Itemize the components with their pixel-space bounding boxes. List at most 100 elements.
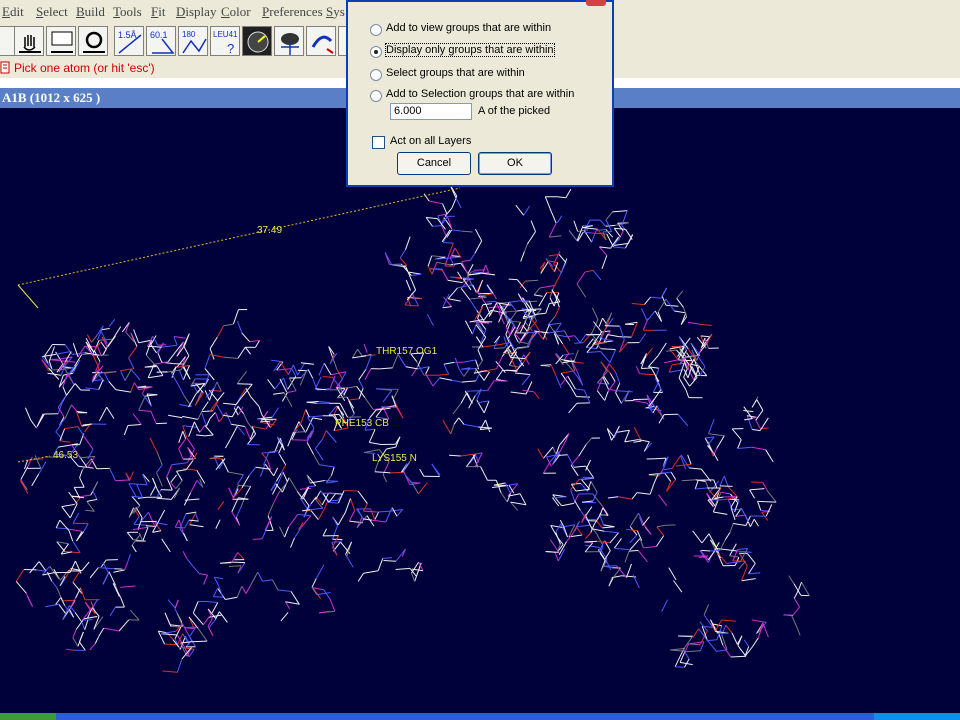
angle-tool-button[interactable]: 60.1	[146, 26, 176, 56]
bond-line	[751, 399, 758, 408]
bond-line	[666, 349, 677, 352]
bond-line	[701, 549, 711, 552]
bond-line	[626, 563, 632, 578]
bond-line	[368, 429, 376, 443]
radio-selected-dot	[374, 50, 378, 54]
close-icon[interactable]	[586, 0, 606, 6]
rotate-tool-button[interactable]	[78, 26, 108, 56]
bond-line	[115, 389, 131, 393]
cancel-button[interactable]: Cancel	[397, 152, 471, 175]
bond-line	[707, 639, 717, 642]
bond-line	[215, 519, 221, 529]
hand-tool-button[interactable]	[14, 26, 44, 56]
bond-line	[744, 418, 753, 421]
bond-line	[280, 612, 289, 622]
bond-line	[362, 503, 368, 512]
bond-line	[358, 369, 367, 381]
bond-line	[644, 525, 652, 535]
menu-preferences[interactable]: Preferences	[262, 4, 323, 20]
start-button[interactable]	[0, 713, 56, 720]
move-tool-button[interactable]	[306, 26, 336, 56]
menu-select[interactable]: Select	[36, 4, 68, 20]
bond-line	[31, 473, 40, 487]
bond-line	[276, 368, 292, 371]
monitor-tool-button[interactable]	[46, 26, 76, 56]
bond-line	[86, 501, 95, 512]
bond-line	[573, 220, 579, 232]
bond-line	[508, 278, 518, 281]
bond-line	[442, 294, 450, 309]
bond-line	[692, 530, 703, 544]
bond-line	[249, 339, 260, 343]
bond-line	[209, 411, 216, 419]
bond-line	[310, 510, 319, 520]
bond-line	[156, 452, 163, 466]
distance-input[interactable]: 6.000	[390, 103, 472, 120]
bond-line	[206, 601, 218, 603]
bond-line	[472, 284, 477, 293]
distance-tool-button[interactable]: 1.5Å	[114, 26, 144, 56]
bond-line	[674, 655, 681, 668]
bond-line	[60, 597, 66, 606]
bond-line	[554, 306, 560, 317]
bond-line	[41, 353, 57, 358]
menu-display[interactable]: Display	[176, 4, 216, 20]
picker-tool-button[interactable]	[242, 26, 272, 56]
ok-button[interactable]: OK	[478, 152, 552, 175]
bond-line	[431, 262, 438, 275]
bond-line	[36, 413, 45, 427]
menu-tools[interactable]: Tools	[113, 4, 142, 20]
bond-line	[235, 506, 242, 518]
molecule-viewport[interactable]: 37.49 46.53 THR157 OG1 PHE153 CB LYS155 …	[0, 108, 960, 713]
menu-fit[interactable]: Fit	[151, 4, 165, 20]
sphere-select-tool-button[interactable]	[274, 26, 304, 56]
identify-tool-button[interactable]: LEU41?	[210, 26, 240, 56]
menu-sys[interactable]: Sys	[326, 4, 345, 20]
radio-select-groups[interactable]	[370, 69, 382, 81]
radio-display-only[interactable]	[370, 46, 382, 58]
bond-line	[379, 367, 393, 370]
menu-edit[interactable]: Edit	[2, 4, 24, 20]
bond-line	[757, 501, 762, 511]
bond-line	[703, 604, 710, 616]
bond-line	[78, 641, 86, 651]
bond-line	[357, 490, 368, 504]
bond-line	[725, 624, 733, 634]
bond-line	[371, 519, 386, 523]
bond-line	[592, 270, 602, 281]
dihedral-tool-button[interactable]: 180	[178, 26, 208, 56]
bond-line	[91, 599, 98, 608]
menu-build[interactable]: Build	[76, 4, 105, 20]
bond-line	[79, 469, 83, 478]
bond-line	[426, 217, 438, 220]
act-on-all-layers-checkbox[interactable]	[372, 136, 385, 149]
bond-line	[585, 532, 592, 540]
bond-line	[136, 483, 143, 498]
bond-line	[414, 570, 419, 582]
bond-line	[112, 583, 122, 598]
bond-line	[166, 464, 173, 478]
act-on-all-layers-label: Act on all Layers	[390, 135, 472, 147]
bond-line	[64, 404, 72, 419]
bond-line	[161, 633, 178, 636]
bond-line	[278, 526, 286, 538]
molecule-canvas[interactable]: 37.49 46.53 THR157 OG1 PHE153 CB LYS155 …	[0, 108, 960, 713]
menu-color[interactable]: Color	[221, 4, 251, 20]
bond-line	[741, 578, 756, 582]
bond-line	[656, 524, 666, 528]
bond-line	[237, 346, 246, 359]
radio-add-to-selection[interactable]	[370, 90, 382, 102]
bond-line	[545, 551, 559, 553]
radio-add-to-view[interactable]	[370, 24, 382, 36]
bond-line	[612, 210, 628, 213]
bond-line	[272, 579, 279, 591]
bond-line	[377, 558, 384, 571]
bond-line	[103, 627, 120, 632]
bond-line	[244, 426, 251, 440]
bond-line	[336, 368, 343, 380]
bond-line	[81, 561, 90, 572]
bond-line	[521, 374, 531, 386]
bond-line	[542, 462, 551, 474]
bond-line	[482, 303, 493, 306]
bond-line	[523, 354, 530, 365]
